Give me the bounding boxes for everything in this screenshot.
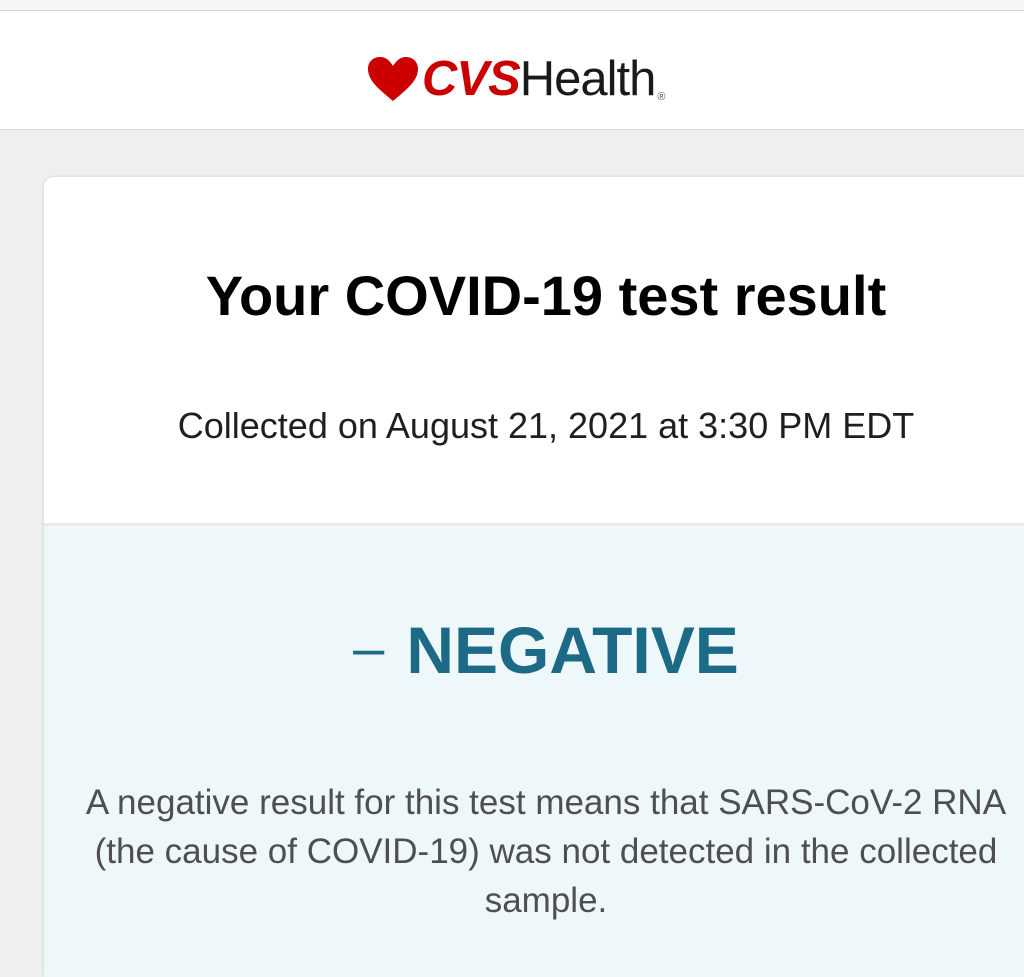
result-card: Your COVID-19 test result Collected on A… — [44, 177, 1024, 977]
browser-top-edge — [0, 0, 1024, 11]
result-status: – NEGATIVE — [44, 612, 1024, 688]
logo-cvs-text: CVS — [422, 51, 521, 106]
result-card-header: Your COVID-19 test result Collected on A… — [44, 177, 1024, 526]
result-panel: – NEGATIVE A negative result for this tes… — [44, 526, 1024, 977]
page-title: Your COVID-19 test result — [205, 264, 887, 327]
cvs-health-logo[interactable]: CVS Health ® — [366, 49, 666, 109]
registered-mark: ® — [657, 91, 666, 103]
minus-icon: – — [353, 616, 385, 679]
result-explanation: A negative result for this test means th… — [85, 783, 1007, 920]
site-header: CVS Health ® — [0, 11, 1024, 130]
result-status-label: NEGATIVE — [406, 613, 739, 687]
heart-icon — [368, 57, 418, 101]
collected-date: Collected on August 21, 2021 at 3:30 PM … — [177, 405, 915, 446]
logo-health-text: Health — [519, 51, 657, 106]
